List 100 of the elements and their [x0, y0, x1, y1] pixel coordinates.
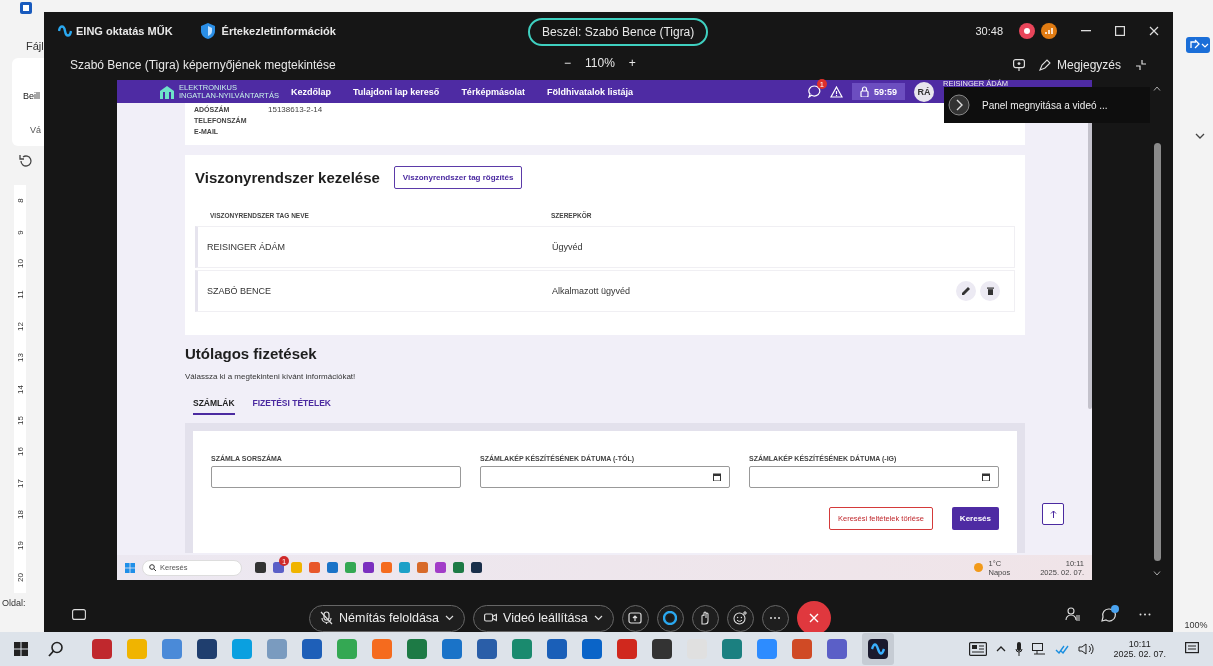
scroll-top-button[interactable]	[1042, 503, 1064, 525]
app-tile-icon[interactable]	[127, 639, 147, 659]
nav-link[interactable]: Földhivatalok listája	[546, 86, 633, 97]
date-field[interactable]	[749, 466, 999, 488]
edit-button[interactable]	[956, 281, 976, 301]
app-tile-icon[interactable]	[363, 562, 374, 573]
chat-icon[interactable]	[1101, 605, 1119, 623]
app-tile-icon[interactable]	[442, 639, 462, 659]
captions-icon[interactable]	[72, 608, 86, 620]
app-tile-icon[interactable]	[309, 562, 320, 573]
maximize-icon[interactable]	[1115, 26, 1125, 36]
app-tile-icon[interactable]	[372, 639, 392, 659]
app-tile-icon[interactable]	[792, 639, 812, 659]
app-tile-icon[interactable]	[827, 639, 847, 659]
news-icon[interactable]	[969, 642, 988, 656]
app-tile-icon[interactable]	[381, 562, 392, 573]
checkmark-icon[interactable]	[1055, 644, 1070, 654]
app-tile-icon[interactable]	[337, 639, 357, 659]
app-tile-icon[interactable]	[232, 639, 252, 659]
date-field[interactable]	[480, 466, 730, 488]
chevron-right-circle-icon[interactable]	[948, 94, 970, 116]
app-tile-icon[interactable]	[471, 562, 482, 573]
reactions-button[interactable]	[726, 604, 754, 632]
app-tile-icon[interactable]	[417, 562, 428, 573]
arrow-down-icon[interactable]	[1153, 571, 1161, 576]
more-button[interactable]	[761, 604, 789, 632]
app-tile-icon[interactable]	[273, 562, 284, 573]
app-tile-icon[interactable]	[652, 639, 672, 659]
meeting-info-link[interactable]: Értekezletinformációk	[221, 25, 336, 37]
app-tile-icon[interactable]	[302, 639, 322, 659]
app-tile-icon[interactable]	[162, 639, 182, 659]
app-tile-icon[interactable]	[291, 562, 302, 573]
search-icon[interactable]	[48, 641, 64, 657]
tab[interactable]: FIZETÉSI TÉTELEK	[252, 398, 331, 415]
scrollbar-thumb[interactable]	[1153, 143, 1161, 561]
app-tile-icon[interactable]	[407, 639, 427, 659]
calendar-icon[interactable]	[713, 473, 721, 481]
delete-button[interactable]	[980, 281, 1000, 301]
close-icon[interactable]	[1149, 26, 1159, 36]
search-button[interactable]: Keresés	[951, 507, 999, 530]
panel-tooltip[interactable]: Panel megnyitása a videó ...	[944, 87, 1150, 123]
app-tile-icon[interactable]	[547, 639, 567, 659]
chat-bubble-icon[interactable]	[807, 85, 821, 98]
minimize-icon[interactable]	[1081, 30, 1091, 32]
app-tile-icon[interactable]	[582, 639, 602, 659]
warning-icon[interactable]	[829, 85, 843, 98]
app-tile-icon[interactable]	[435, 562, 446, 573]
shield-icon[interactable]	[200, 23, 215, 39]
zoom-out-button[interactable]: −	[564, 56, 571, 70]
input-field[interactable]	[211, 466, 461, 488]
more-icon[interactable]	[1139, 612, 1151, 616]
tab[interactable]: SZÁMLÁK	[193, 398, 235, 415]
user-avatar[interactable]: RÁ	[914, 81, 934, 102]
nav-link[interactable]: Tulajdoni lap kereső	[353, 86, 440, 97]
ribbon-label[interactable]: Beill	[23, 91, 40, 101]
clock-time[interactable]: 10:11	[1128, 639, 1151, 649]
undo-icon[interactable]	[18, 153, 34, 169]
nav-link[interactable]: Térképmásolat	[461, 86, 525, 97]
start-icon[interactable]	[14, 642, 28, 656]
app-tile-icon[interactable]	[722, 639, 742, 659]
microphone-icon[interactable]	[1015, 642, 1024, 656]
app-tile-icon[interactable]	[92, 639, 112, 659]
nav-link[interactable]: Kezdőlap	[291, 86, 331, 97]
app-tile-icon[interactable]	[197, 639, 217, 659]
network-icon[interactable]	[1032, 643, 1047, 655]
notification-icon[interactable]	[1185, 642, 1199, 656]
calendar-icon[interactable]	[982, 473, 990, 481]
app-tile-icon[interactable]	[255, 562, 266, 573]
app-button[interactable]	[656, 604, 684, 632]
clock-date[interactable]: 2025. 02. 07.	[1113, 649, 1166, 659]
chevron-up-icon[interactable]	[996, 646, 1007, 652]
house-logo-icon[interactable]	[159, 84, 175, 99]
session-timer[interactable]: 59:59	[851, 83, 905, 100]
notes-button[interactable]: Megjegyzés	[1038, 58, 1121, 72]
zoom-in-button[interactable]: +	[628, 56, 636, 70]
menu-tab[interactable]: Fájl	[26, 40, 44, 52]
arrow-up-icon[interactable]	[1153, 86, 1161, 91]
app-tile-icon[interactable]	[512, 639, 532, 659]
monitor-icon[interactable]	[1012, 59, 1025, 71]
app-tile-icon[interactable]	[477, 639, 497, 659]
app-tile-icon[interactable]	[868, 639, 888, 659]
share-button[interactable]	[621, 604, 649, 632]
start-icon[interactable]	[125, 562, 135, 573]
raise-hand-button[interactable]	[691, 604, 719, 632]
app-tile-icon[interactable]	[345, 562, 356, 573]
share-icon[interactable]	[1186, 37, 1210, 53]
speaker-icon[interactable]	[1078, 643, 1095, 655]
app-tile-icon[interactable]	[453, 562, 464, 573]
app-tile-icon[interactable]	[267, 639, 287, 659]
collapse-icon[interactable]	[1135, 59, 1147, 71]
unmute-button[interactable]: Némítás feloldása	[309, 604, 466, 632]
app-tile-icon[interactable]	[327, 562, 338, 573]
add-member-button[interactable]: Viszonyrendszer tag rögzítés	[393, 166, 523, 189]
leave-button[interactable]	[796, 601, 831, 635]
chevron-down-icon[interactable]	[1195, 133, 1205, 139]
app-tile-icon[interactable]	[757, 639, 777, 659]
app-tile-icon[interactable]	[399, 562, 410, 573]
participants-icon[interactable]	[1065, 607, 1081, 621]
stop-video-button[interactable]: Videó leállítása	[473, 604, 614, 632]
app-tile-icon[interactable]	[617, 639, 637, 659]
